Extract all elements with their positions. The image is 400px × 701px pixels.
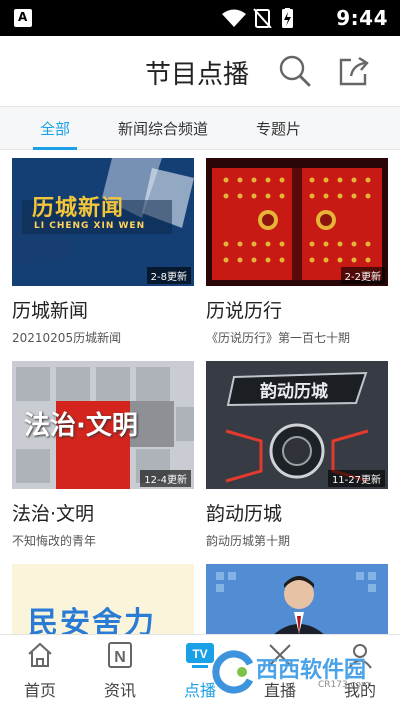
- program-title[interactable]: 法治·文明: [12, 499, 194, 526]
- nav-label: 资讯: [103, 681, 136, 700]
- program-thumbnail[interactable]: 法治·文明 12-4更新: [12, 361, 194, 489]
- program-thumbnail[interactable]: 民安舍力: [12, 564, 194, 635]
- header: 节目点播: [0, 36, 400, 106]
- update-badge: 2-8更新: [146, 267, 191, 284]
- program-title[interactable]: 历城新闻: [12, 296, 194, 323]
- thumb-title-text: 法治·文明: [24, 411, 138, 441]
- program-thumbnail[interactable]: [206, 564, 388, 635]
- svg-text:TV: TV: [192, 647, 207, 661]
- program-title[interactable]: 韵动历城: [206, 499, 388, 526]
- tab-special[interactable]: 专题片: [256, 118, 301, 139]
- watermark: 西西软件园 CR173.com: [208, 648, 390, 698]
- home-icon: [28, 642, 52, 667]
- program-title[interactable]: 历说历行: [206, 296, 388, 323]
- page-title: 节目点播: [145, 60, 250, 90]
- nav-news[interactable]: N 资讯: [80, 635, 160, 701]
- program-thumbnail[interactable]: 历城新闻 LI CHENG XIN WEN 2-8更新: [12, 158, 194, 286]
- share-icon[interactable]: [337, 54, 371, 88]
- status-time: 9:44: [336, 6, 388, 30]
- nav-home[interactable]: 首页: [0, 635, 80, 701]
- tab-all[interactable]: 全部: [40, 118, 70, 139]
- news-icon: N: [108, 642, 132, 668]
- svg-text:N: N: [114, 649, 126, 666]
- program-card[interactable]: 2-2更新 历说历行 《历说历行》第一百七十期: [206, 158, 388, 346]
- tab-news-channel[interactable]: 新闻综合频道: [118, 118, 208, 139]
- search-icon[interactable]: [278, 54, 312, 88]
- update-badge: 11-27更新: [327, 470, 385, 487]
- wifi-icon: [222, 9, 246, 27]
- program-subtitle: 不知悔改的青年: [12, 534, 97, 548]
- thumb-title-text: 历城新闻: [32, 196, 125, 221]
- program-thumbnail[interactable]: 韵动历城 11-27更新: [206, 361, 388, 489]
- update-badge: 2-2更新: [340, 267, 385, 284]
- program-card[interactable]: 法治·文明 12-4更新 法治·文明 不知悔改的青年: [12, 361, 194, 549]
- program-subtitle: 20210205历城新闻: [12, 331, 122, 345]
- thumb-subtitle-text: LI CHENG XIN WEN: [34, 221, 146, 231]
- program-grid: 历城新闻 LI CHENG XIN WEN 2-8更新 历城新闻 2021020…: [0, 150, 400, 635]
- program-card[interactable]: 历城新闻 LI CHENG XIN WEN 2-8更新 历城新闻 2021020…: [12, 158, 194, 346]
- status-icons: [222, 8, 293, 28]
- category-tabs: 全部 新闻综合频道 专题片: [0, 106, 400, 150]
- nav-label: 首页: [23, 681, 56, 700]
- program-subtitle: 《历说历行》第一百七十期: [206, 331, 351, 345]
- app-badge-icon: A: [14, 9, 32, 27]
- watermark-url: CR173.com: [318, 680, 370, 690]
- status-bar: A 9:44: [0, 0, 400, 36]
- thumb-title-text: 民安舍力: [28, 606, 156, 635]
- program-card[interactable]: 民安舍力: [12, 564, 194, 635]
- program-subtitle: 韵动历城第十期: [206, 534, 291, 548]
- program-thumbnail[interactable]: 2-2更新: [206, 158, 388, 286]
- watermark-logo-icon: [212, 650, 254, 694]
- update-badge: 12-4更新: [140, 470, 191, 487]
- program-card[interactable]: 韵动历城 11-27更新 韵动历城 韵动历城第十期: [206, 361, 388, 549]
- program-card[interactable]: [206, 564, 388, 635]
- thumb-title-text: 韵动历城: [260, 382, 328, 402]
